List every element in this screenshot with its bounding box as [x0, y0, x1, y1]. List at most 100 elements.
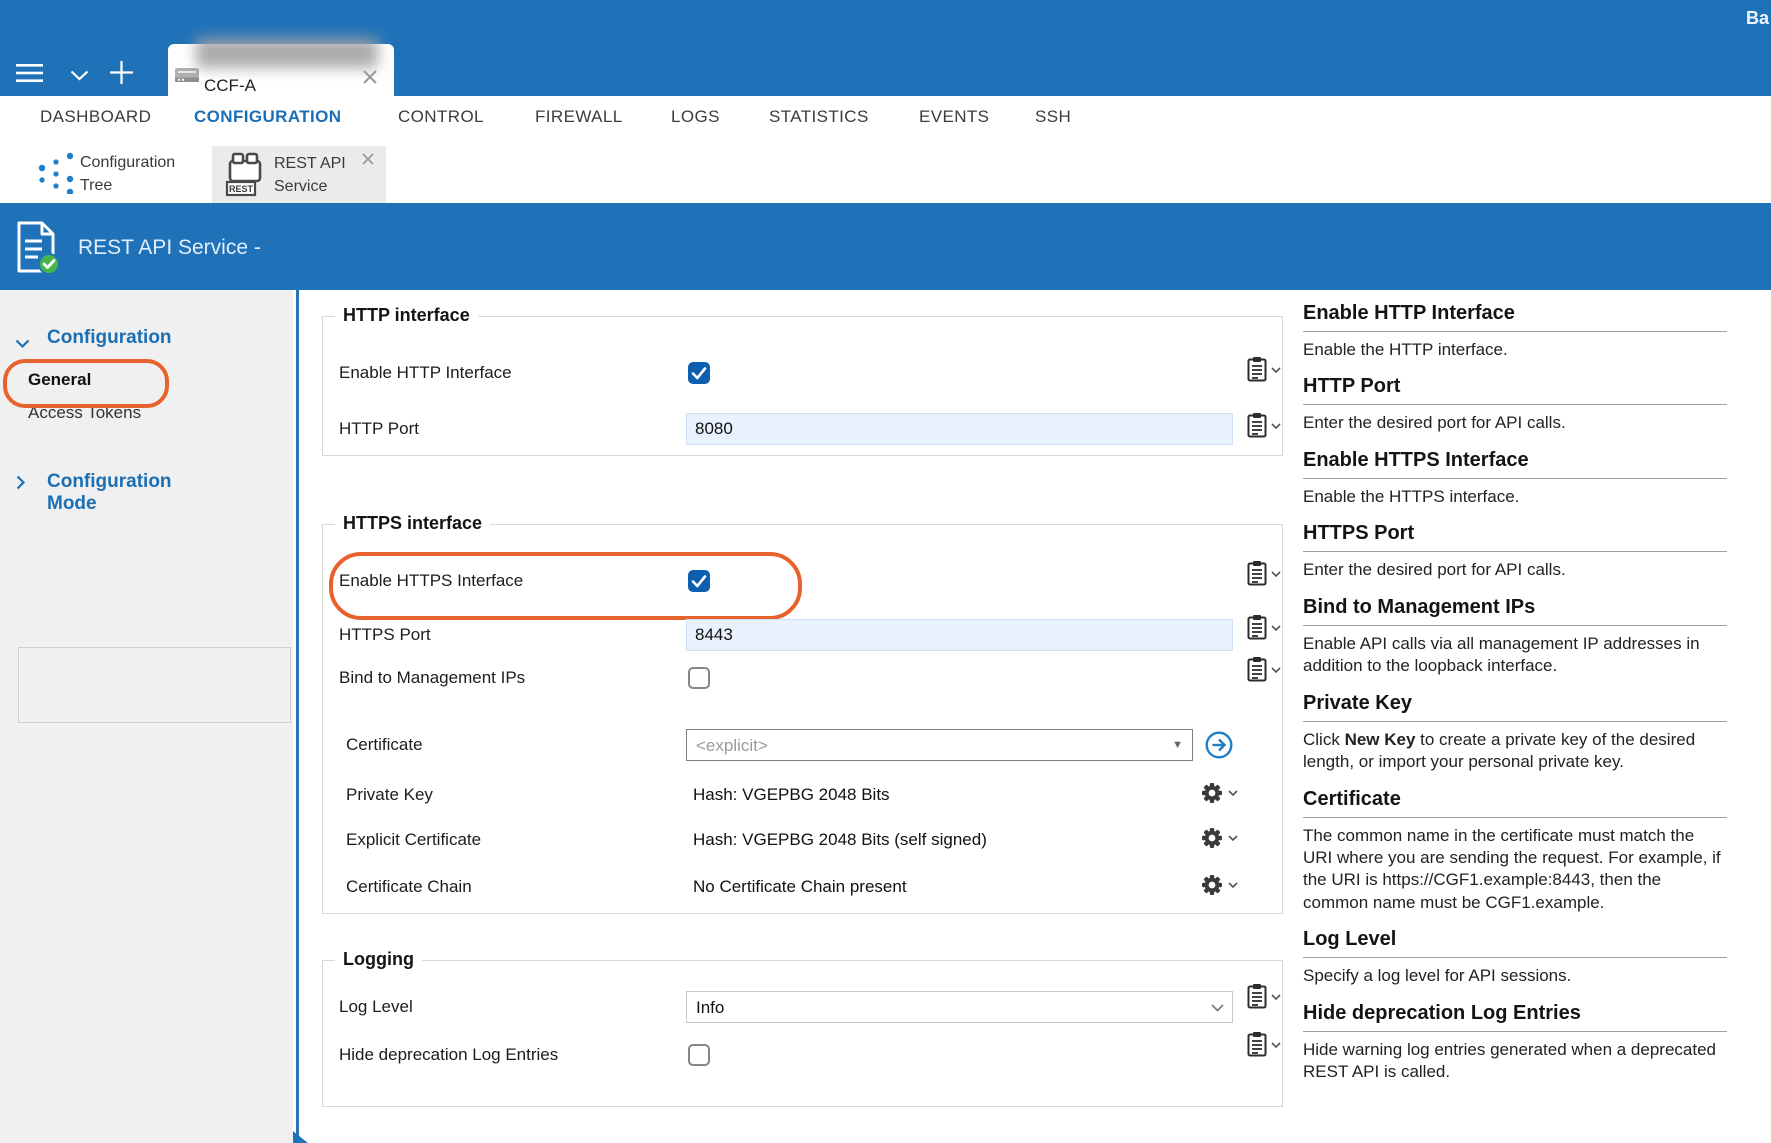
sidebar-group-box — [18, 647, 291, 723]
enable-https-checkbox[interactable] — [688, 570, 710, 592]
help-body: The common name in the certificate must … — [1303, 825, 1727, 915]
nav-events[interactable]: EVENTS — [919, 107, 989, 127]
help-body: Enable API calls via all management IP a… — [1303, 633, 1727, 678]
hamburger-menu-icon[interactable] — [16, 63, 43, 88]
nav-control[interactable]: CONTROL — [398, 107, 484, 127]
logging-section: Logging Log Level Info Hide deprecation … — [322, 960, 1283, 1107]
explicit-certificate-label: Explicit Certificate — [346, 830, 481, 850]
help-entry: Private Key Click New Key to create a pr… — [1303, 692, 1727, 774]
clipboard-caret-icon — [1271, 1042, 1281, 1049]
certificate-chain-value: No Certificate Chain present — [693, 877, 907, 897]
log-level-context-menu-button[interactable] — [1246, 983, 1268, 1014]
enable-http-context-menu-button[interactable] — [1246, 356, 1268, 387]
help-body: Enable the HTTPS interface. — [1303, 486, 1727, 508]
certificate-chain-gear-button[interactable] — [1199, 872, 1225, 903]
panel-divider[interactable] — [296, 290, 299, 1143]
http-port-input[interactable] — [686, 413, 1233, 445]
help-body: Specify a log level for API sessions. — [1303, 965, 1727, 987]
title-bar: CCF-A Ba — [0, 0, 1771, 96]
help-title: Hide deprecation Log Entries — [1303, 1002, 1727, 1032]
sidebar-section-configuration-label: Configuration — [47, 327, 172, 349]
help-title: Certificate — [1303, 788, 1727, 818]
clipboard-caret-icon — [1271, 994, 1281, 1001]
help-body: Enter the desired port for API calls. — [1303, 412, 1727, 434]
help-body: Hide warning log entries generated when … — [1303, 1039, 1727, 1084]
help-title: HTTPS Port — [1303, 522, 1727, 552]
document-check-icon — [16, 220, 60, 281]
http-interface-legend: HTTP interface — [335, 305, 478, 326]
help-title: Enable HTTP Interface — [1303, 302, 1727, 332]
hide-deprecation-context-menu-button[interactable] — [1246, 1031, 1268, 1062]
configuration-tree-icon — [33, 150, 79, 199]
help-entry: Hide deprecation Log Entries Hide warnin… — [1303, 1002, 1727, 1084]
nav-dashboard[interactable]: DASHBOARD — [40, 107, 151, 127]
help-title: Enable HTTPS Interface — [1303, 449, 1727, 479]
log-level-select[interactable]: Info — [686, 991, 1233, 1023]
main-nav: DASHBOARD CONFIGURATION CONTROL FIREWALL… — [0, 96, 1771, 141]
enable-http-label: Enable HTTP Interface — [339, 363, 512, 383]
https-port-label: HTTPS Port — [339, 625, 431, 645]
help-entry: Enable HTTPS Interface Enable the HTTPS … — [1303, 449, 1727, 508]
add-tab-icon[interactable] — [110, 61, 133, 89]
close-tab-icon[interactable] — [363, 70, 377, 89]
certificate-chain-label: Certificate Chain — [346, 877, 472, 897]
logging-legend: Logging — [335, 949, 422, 970]
sidebar-section-configuration-mode-label: Configuration Mode — [47, 471, 172, 515]
help-body: Enter the desired port for API calls. — [1303, 559, 1727, 581]
explicit-certificate-gear-button[interactable] — [1199, 825, 1225, 856]
window-title-overflow: Ba — [1746, 8, 1769, 29]
clipboard-caret-icon — [1271, 423, 1281, 430]
help-panel: Enable HTTP Interface Enable the HTTP in… — [1303, 302, 1727, 1098]
rest-api-service-tab[interactable]: REST REST API Service — [212, 146, 386, 203]
private-key-gear-button[interactable] — [1199, 780, 1225, 811]
private-key-label: Private Key — [346, 785, 433, 805]
certificate-dropdown[interactable]: <explicit> ▼ — [686, 729, 1193, 761]
nav-statistics[interactable]: STATISTICS — [769, 107, 869, 127]
certificate-label: Certificate — [346, 735, 423, 755]
bind-management-ips-checkbox[interactable] — [688, 667, 710, 689]
clipboard-caret-icon — [1271, 667, 1281, 674]
bind-management-ips-context-menu-button[interactable] — [1246, 656, 1268, 687]
page-title: REST API Service - — [78, 236, 261, 260]
configuration-tree-label-line1: Configuration — [80, 152, 175, 174]
clipboard-caret-icon — [1271, 625, 1281, 632]
chevron-down-icon[interactable] — [70, 68, 89, 86]
configuration-tree-button[interactable]: Configuration Tree — [0, 140, 200, 203]
hide-deprecation-checkbox[interactable] — [688, 1044, 710, 1066]
nav-ssh[interactable]: SSH — [1035, 107, 1071, 127]
enable-http-checkbox[interactable] — [688, 362, 710, 384]
close-rest-tab-icon[interactable] — [362, 152, 374, 170]
help-entry: Enable HTTP Interface Enable the HTTP in… — [1303, 302, 1727, 361]
https-port-input[interactable] — [686, 619, 1233, 651]
http-port-context-menu-button[interactable] — [1246, 412, 1268, 443]
log-level-value: Info — [696, 998, 724, 1018]
appliance-icon — [174, 64, 200, 93]
nav-firewall[interactable]: FIREWALL — [535, 107, 623, 127]
https-interface-section: HTTPS interface Enable HTTPS Interface H… — [322, 524, 1283, 914]
rest-api-tab-label-line1: REST API — [274, 153, 346, 175]
nav-configuration[interactable]: CONFIGURATION — [194, 107, 341, 127]
chevron-right-icon — [16, 474, 26, 496]
rest-api-tab-label-line2: Service — [274, 176, 327, 198]
help-entry: Bind to Management IPs Enable API calls … — [1303, 596, 1727, 678]
session-tab-label: CCF-A — [204, 76, 256, 96]
certificate-go-button[interactable] — [1204, 730, 1234, 765]
enable-https-label: Enable HTTPS Interface — [339, 571, 523, 591]
hide-deprecation-label: Hide deprecation Log Entries — [339, 1045, 558, 1065]
select-caret-icon — [1211, 1004, 1224, 1012]
session-tab[interactable]: CCF-A — [168, 44, 394, 96]
sidebar-item-general[interactable]: General — [28, 370, 91, 390]
bind-management-ips-label: Bind to Management IPs — [339, 668, 525, 688]
nav-logs[interactable]: LOGS — [671, 107, 720, 127]
explicit-certificate-value: Hash: VGEPBG 2048 Bits (self signed) — [693, 830, 987, 850]
private-key-value: Hash: VGEPBG 2048 Bits — [693, 785, 890, 805]
certificate-dropdown-value: <explicit> — [696, 736, 768, 756]
help-entry: Certificate The common name in the certi… — [1303, 788, 1727, 915]
sub-toolbar: Configuration Tree REST REST API Service — [0, 140, 1771, 203]
enable-https-context-menu-button[interactable] — [1246, 560, 1268, 591]
help-title: Log Level — [1303, 928, 1727, 958]
clipboard-caret-icon — [1271, 571, 1281, 578]
help-entry: HTTPS Port Enter the desired port for AP… — [1303, 522, 1727, 581]
sidebar-item-access-tokens[interactable]: Access Tokens — [28, 403, 141, 423]
https-port-context-menu-button[interactable] — [1246, 614, 1268, 645]
